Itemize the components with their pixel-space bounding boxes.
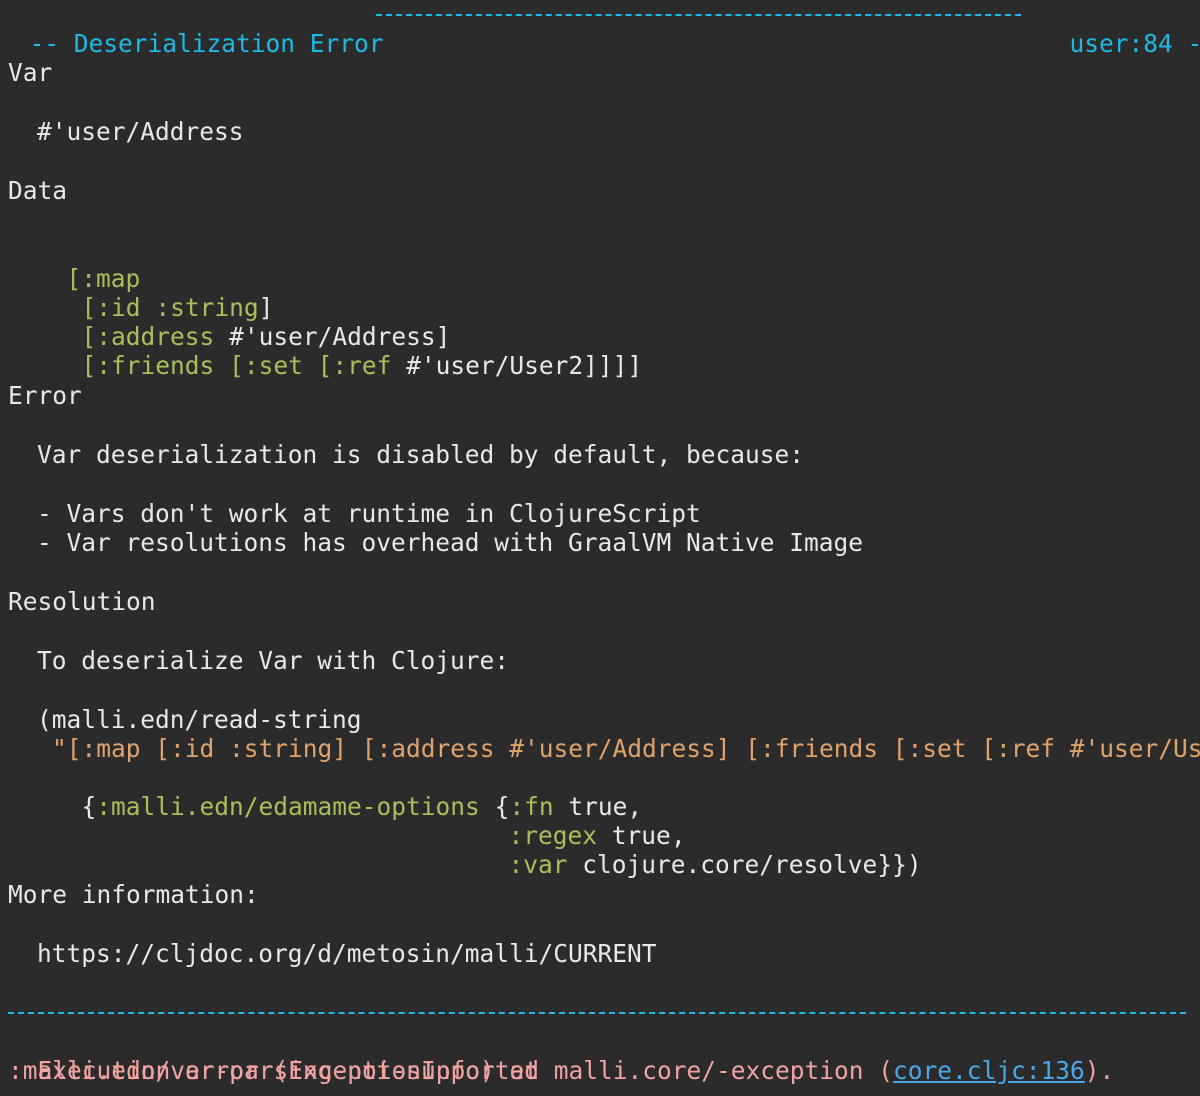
resolution-code-line-5: :var clojure.core/resolve}}) — [508, 850, 922, 879]
resolution-heading: Resolution — [8, 587, 156, 616]
more-info-heading: More information: — [8, 880, 259, 909]
resolution-code-line-3: {:malli.edn/edamame-options {:fn true, — [81, 792, 643, 821]
data-form-line-1: [:map — [66, 264, 141, 293]
resolution-code-line-2: "[:map [:id :string] [:address #'user/Ad… — [52, 734, 1200, 763]
resolution-code-line-4: :regex true, — [508, 821, 686, 850]
header-right: user:84 -- — [1040, 0, 1200, 58]
execution-error-line: Execution error (ExceptionInfo) at malli… — [37, 1056, 1115, 1085]
data-heading: Data — [8, 176, 68, 205]
error-reason-2: - Var resolutions has overhead with Graa… — [37, 528, 864, 557]
resolution-code-line-1: (malli.edn/read-string — [37, 705, 362, 734]
var-value: #'user/Address — [37, 117, 244, 146]
error-reason-1: - Vars don't work at runtime in ClojureS… — [37, 499, 701, 528]
error-heading: Error — [8, 381, 82, 410]
data-form-line-4: [:friends [:set [:ref #'user/User2]]]] — [81, 351, 643, 380]
header-dashed-rule — [376, 14, 1021, 16]
data-form-line-3: [:address #'user/Address] — [81, 322, 451, 351]
execution-error-key: :malli.edn/var-parsing-not-supported — [8, 1056, 540, 1085]
header-left-dashes: -- — [29, 29, 74, 58]
data-form-line-2: [:id :string] — [81, 293, 274, 322]
var-heading: Var — [8, 58, 53, 87]
footer-dashed-rule — [8, 1012, 1186, 1014]
header-title: Deserialization Error — [73, 29, 384, 58]
header-bar: -- Deserialization Error — [0, 0, 384, 58]
source-location-link[interactable]: core.cljc:136 — [893, 1056, 1085, 1085]
header-location: user:84 — [1069, 29, 1173, 58]
more-info-url[interactable]: https://cljdoc.org/d/metosin/malli/CURRE… — [37, 939, 657, 968]
resolution-message: To deserialize Var with Clojure: — [37, 646, 510, 675]
error-message: Var deserialization is disabled by defau… — [37, 440, 805, 469]
